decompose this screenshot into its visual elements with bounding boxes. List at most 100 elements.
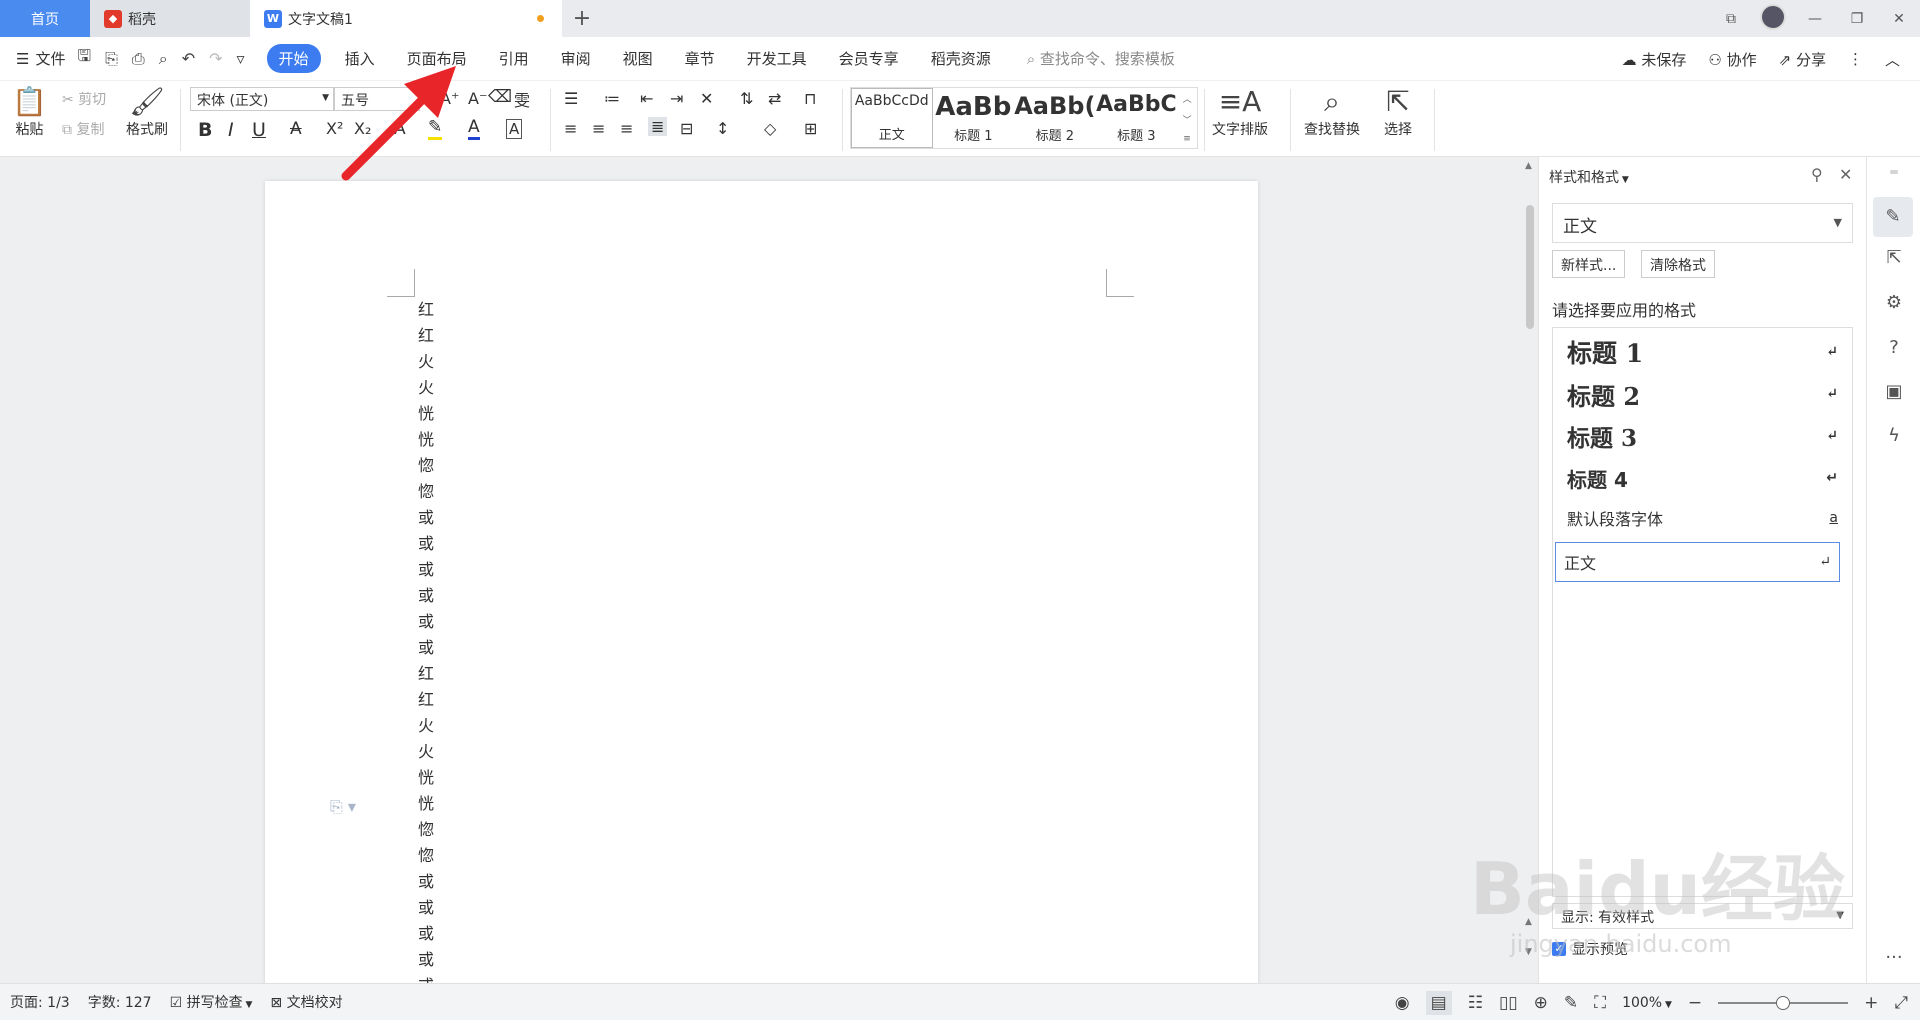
- align-center-icon[interactable]: ≡: [592, 119, 605, 138]
- undo-icon[interactable]: ↶: [182, 49, 195, 68]
- font-shrink-icon[interactable]: A⁻: [468, 89, 487, 108]
- tab-member[interactable]: 会员专享: [839, 48, 899, 69]
- close-panel-icon[interactable]: ✕: [1839, 165, 1852, 184]
- select-cursor-icon[interactable]: ⇱: [1867, 247, 1920, 268]
- borders-icon[interactable]: ⊞: [804, 119, 817, 138]
- distribute-icon[interactable]: ⊟: [680, 119, 693, 138]
- tab-insert[interactable]: 插入: [345, 48, 375, 69]
- style-item-heading3[interactable]: 标题 3 ↵: [1559, 416, 1846, 456]
- show-marks-icon[interactable]: ⇄: [768, 89, 781, 108]
- font-family-select[interactable]: 宋体 (正文) ▼: [190, 87, 334, 111]
- pinyin-icon[interactable]: 雯: [514, 87, 530, 111]
- gallery-style-heading2[interactable]: AaBb(标题 2: [1014, 88, 1096, 148]
- save-icon[interactable]: 🖫: [77, 45, 91, 72]
- zoom-out-icon[interactable]: −: [1688, 993, 1702, 1013]
- write-view-icon[interactable]: ✎: [1564, 993, 1578, 1013]
- highlight-icon[interactable]: ✎: [428, 117, 443, 140]
- help-icon[interactable]: ?: [1867, 337, 1920, 358]
- fullscreen-icon[interactable]: ⤢: [1894, 993, 1908, 1013]
- zoom-in-icon[interactable]: +: [1864, 993, 1878, 1013]
- document-page[interactable]: 红红火火恍恍惚惚或或或或或或红红火火恍恍惚惚或或或或或: [265, 181, 1258, 983]
- restore-icon[interactable]: ❐: [1836, 11, 1878, 27]
- italic-icon[interactable]: I: [228, 119, 234, 141]
- bold-icon[interactable]: B: [198, 119, 212, 141]
- print-icon[interactable]: ⎙: [132, 49, 145, 69]
- fit-page-icon[interactable]: ⛶: [1594, 993, 1606, 1013]
- clear-format-button[interactable]: 清除格式: [1641, 250, 1715, 278]
- tab-chapter[interactable]: 章节: [685, 48, 715, 69]
- spell-check-button[interactable]: ☑ 拼写检查 ▼: [170, 992, 253, 1012]
- align-right-icon[interactable]: ≡: [620, 119, 633, 138]
- current-style-select[interactable]: 正文 ▼: [1552, 203, 1853, 243]
- zoom-level[interactable]: 100% ▼: [1622, 995, 1672, 1011]
- tab-stops-icon[interactable]: ⊓: [804, 89, 816, 108]
- numbered-list-icon[interactable]: ≔: [604, 89, 620, 108]
- more-icon[interactable]: ⋮: [1848, 50, 1863, 68]
- tab-references[interactable]: 引用: [499, 48, 529, 69]
- page-count[interactable]: 页面: 1/3: [10, 992, 70, 1012]
- eraser-icon[interactable]: ⌫: [488, 87, 512, 107]
- image-tools-icon[interactable]: ▣: [1867, 381, 1920, 402]
- quick-access-more-icon[interactable]: ▿: [237, 49, 245, 68]
- font-grow-icon[interactable]: A⁺: [440, 89, 459, 108]
- tab-start[interactable]: 开始: [266, 44, 321, 73]
- format-painter-button[interactable]: 🖌 格式刷: [126, 85, 168, 139]
- export-icon[interactable]: ⎘: [105, 49, 118, 69]
- pin-icon[interactable]: ⚲: [1811, 165, 1823, 184]
- superscript-icon[interactable]: X²: [326, 119, 343, 138]
- web-view-icon[interactable]: ⊕: [1534, 993, 1548, 1013]
- collapse-ribbon-icon[interactable]: ︿: [1885, 49, 1900, 70]
- new-tab-button[interactable]: +: [562, 0, 602, 37]
- eye-protection-icon[interactable]: ◉: [1395, 993, 1410, 1013]
- strikethrough-icon[interactable]: A: [290, 119, 302, 139]
- paste-button[interactable]: 📋 粘贴: [12, 85, 47, 139]
- find-replace-button[interactable]: ⌕ 查找替换: [1304, 85, 1360, 139]
- style-item-heading2[interactable]: 标题 2 ↵: [1559, 374, 1846, 414]
- tab-page-layout[interactable]: 页面布局: [407, 48, 467, 69]
- scroll-up-icon[interactable]: ▲: [1525, 161, 1532, 171]
- style-item-body[interactable]: 正文 ↵: [1555, 542, 1840, 582]
- styles-pen-icon[interactable]: ✎: [1873, 197, 1913, 237]
- tab-developer[interactable]: 开发工具: [747, 48, 807, 69]
- paragraph-menu-icon[interactable]: ⎘ ▾: [330, 797, 356, 817]
- gallery-style-body[interactable]: AaBbCcDd 正文: [851, 88, 933, 148]
- text-layout-button[interactable]: ≡A 文字排版: [1212, 85, 1268, 139]
- font-size-select[interactable]: 五号: [334, 87, 420, 111]
- avatar[interactable]: [1752, 3, 1794, 34]
- outline-view-icon[interactable]: ☷: [1468, 993, 1483, 1013]
- command-search[interactable]: ⌕ 查找命令、搜索模板: [1027, 48, 1175, 69]
- underline-icon[interactable]: U: [252, 119, 266, 141]
- file-menu[interactable]: ☰ 文件: [16, 48, 65, 69]
- shading-icon[interactable]: ◇: [764, 119, 776, 138]
- tab-view[interactable]: 视图: [623, 48, 653, 69]
- new-style-button[interactable]: 新样式...: [1552, 250, 1626, 278]
- zoom-slider-thumb[interactable]: [1776, 995, 1791, 1010]
- word-count[interactable]: 字数: 127: [88, 992, 152, 1012]
- unsaved-button[interactable]: ☁ 未保存: [1622, 49, 1687, 70]
- text-effect-icon[interactable]: A: [394, 119, 406, 139]
- share-button[interactable]: ⇗ 分享: [1779, 49, 1826, 70]
- style-item-heading1[interactable]: 标题 1 ↵: [1559, 332, 1846, 372]
- bullet-list-icon[interactable]: ☰: [564, 89, 578, 108]
- copy-button[interactable]: ⧉ 复制: [62, 119, 104, 139]
- close-window-icon[interactable]: ✕: [1878, 11, 1920, 27]
- tab-document[interactable]: W 文字文稿1: [250, 0, 562, 37]
- scrollbar-thumb[interactable]: [1526, 205, 1534, 329]
- page-view-icon[interactable]: ▤: [1425, 990, 1452, 1015]
- doc-proof-button[interactable]: ⊠ 文档校对: [270, 992, 342, 1012]
- subscript-icon[interactable]: X₂: [354, 119, 371, 138]
- line-spacing-icon[interactable]: ↕: [716, 119, 729, 138]
- gallery-style-heading3[interactable]: AaBbC 标题 3: [1096, 88, 1178, 148]
- char-border-icon[interactable]: A: [506, 119, 523, 139]
- reading-view-icon[interactable]: ▯▯: [1499, 993, 1518, 1013]
- sort-icon[interactable]: ⇅: [740, 89, 753, 108]
- font-color-icon[interactable]: A: [468, 117, 480, 140]
- style-item-heading4[interactable]: 标题 4 ↵: [1559, 458, 1846, 498]
- tab-review[interactable]: 审阅: [561, 48, 591, 69]
- more-tools-icon[interactable]: ···: [1867, 947, 1920, 968]
- decrease-indent-icon[interactable]: ⇤: [640, 89, 653, 108]
- layout-switch-icon[interactable]: ⧉: [1710, 11, 1752, 27]
- justify-icon[interactable]: ≣: [648, 117, 668, 136]
- tab-daoke-resources[interactable]: 稻壳资源: [931, 48, 991, 69]
- zoom-slider[interactable]: [1718, 995, 1849, 1010]
